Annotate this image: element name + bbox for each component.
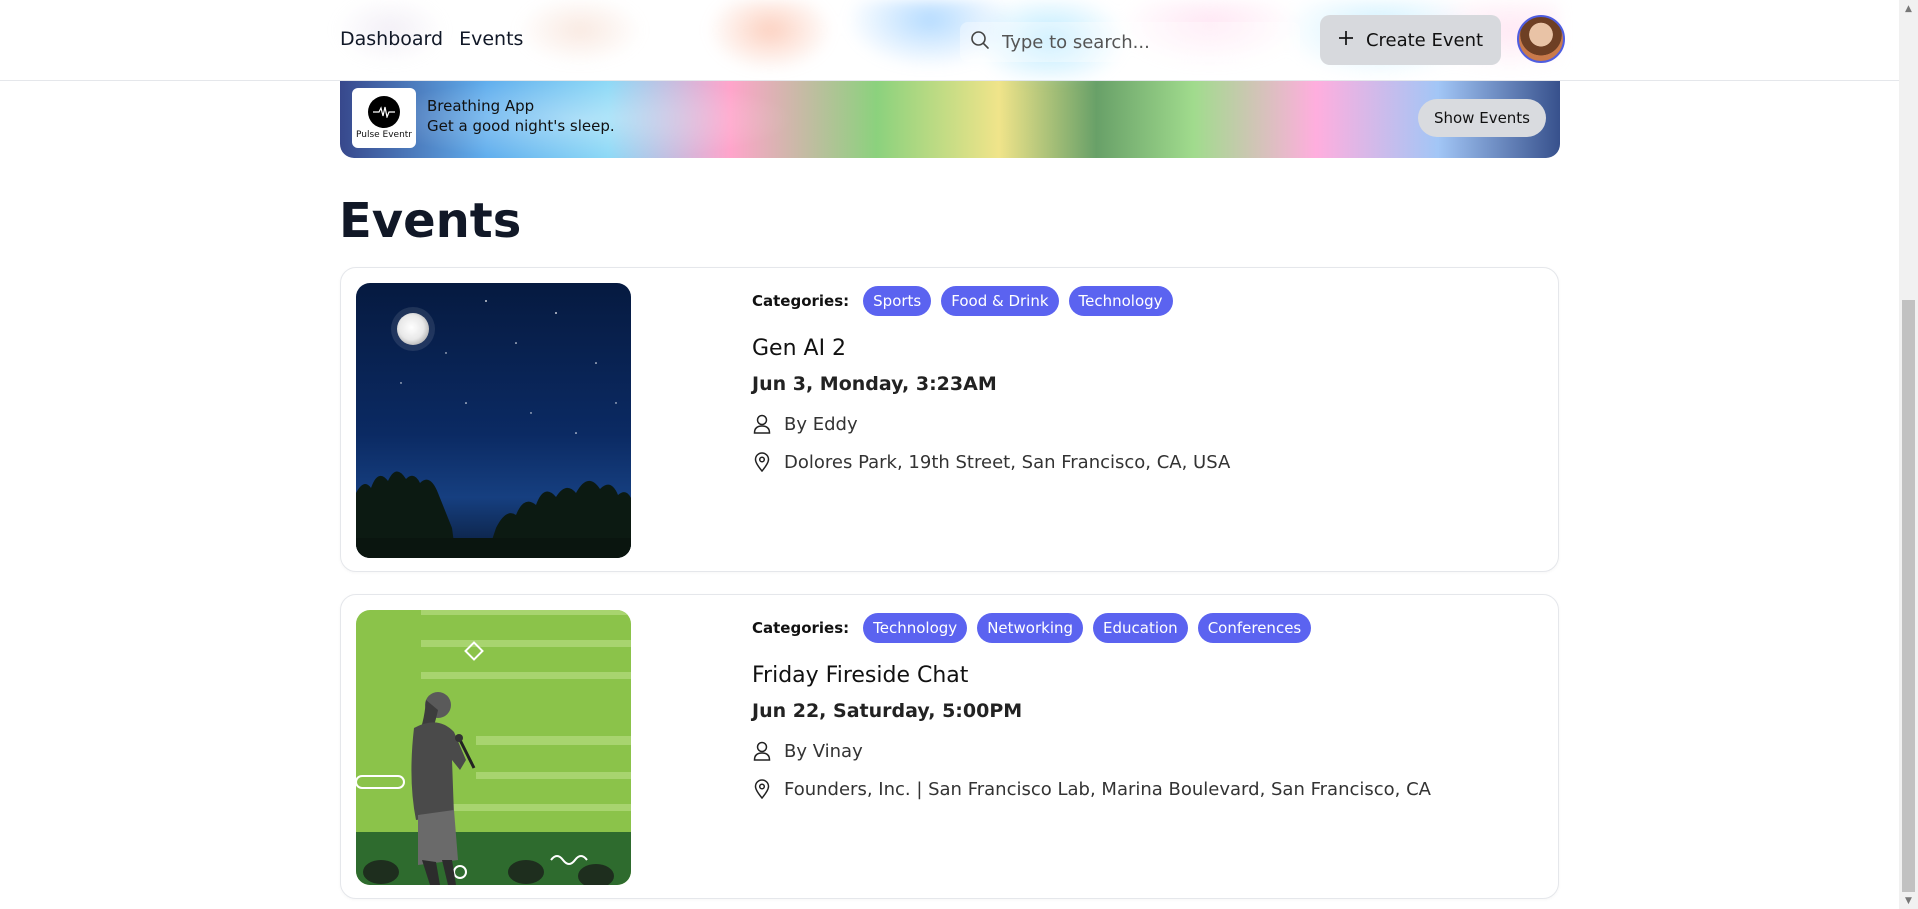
- nav-dashboard[interactable]: Dashboard: [340, 28, 443, 50]
- category-tag[interactable]: Food & Drink: [941, 286, 1059, 316]
- event-location: Dolores Park, 19th Street, San Francisco…: [784, 451, 1231, 473]
- plus-icon: [1338, 30, 1354, 51]
- event-card[interactable]: Categories: Technology Networking Educat…: [340, 594, 1559, 899]
- page-title: Events: [339, 193, 522, 249]
- location-pin-icon: [752, 778, 772, 800]
- event-details: Categories: Sports Food & Drink Technolo…: [752, 286, 1230, 473]
- pulse-wave-icon: [368, 96, 400, 128]
- vertical-scrollbar[interactable]: ▲ ▼: [1899, 0, 1918, 909]
- category-tag[interactable]: Education: [1093, 613, 1188, 643]
- user-icon: [752, 413, 772, 435]
- app-logo: Pulse Eventr: [352, 88, 416, 148]
- search-icon: [970, 30, 990, 54]
- search-box: [960, 22, 1300, 62]
- location-row: Dolores Park, 19th Street, San Francisco…: [752, 451, 1230, 473]
- event-title[interactable]: Friday Fireside Chat: [752, 663, 1431, 688]
- organizer-row: By Vinay: [752, 740, 1431, 762]
- event-location: Founders, Inc. | San Francisco Lab, Mari…: [784, 778, 1431, 800]
- location-pin-icon: [752, 451, 772, 473]
- event-image: [356, 283, 631, 558]
- scroll-down-arrow-icon[interactable]: ▼: [1899, 892, 1918, 909]
- event-organizer: By Vinay: [784, 740, 863, 762]
- create-event-label: Create Event: [1365, 29, 1484, 51]
- categories-row: Categories: Sports Food & Drink Technolo…: [752, 286, 1230, 316]
- top-navbar: Dashboard Events Create Event: [0, 0, 1899, 81]
- nav-events[interactable]: Events: [459, 28, 523, 50]
- event-image: [356, 610, 631, 885]
- location-row: Founders, Inc. | San Francisco Lab, Mari…: [752, 778, 1431, 800]
- categories-row: Categories: Technology Networking Educat…: [752, 613, 1431, 643]
- create-event-button[interactable]: Create Event: [1320, 15, 1501, 65]
- scrollbar-thumb[interactable]: [1902, 300, 1915, 892]
- main-nav: Dashboard Events: [340, 28, 523, 50]
- event-date: Jun 22, Saturday, 5:00PM: [752, 700, 1023, 722]
- organizer-row: By Eddy: [752, 413, 1230, 435]
- category-tag[interactable]: Technology: [1068, 286, 1173, 316]
- search-input[interactable]: [1000, 30, 1294, 54]
- category-tag[interactable]: Technology: [863, 613, 968, 643]
- scroll-up-arrow-icon[interactable]: ▲: [1899, 0, 1918, 17]
- banner-subtitle: Get a good night's sleep.: [427, 117, 615, 135]
- event-organizer: By Eddy: [784, 413, 858, 435]
- promo-banner: Pulse Eventr Breathing App Get a good ni…: [340, 80, 1560, 158]
- categories-label: Categories:: [752, 292, 850, 310]
- event-details: Categories: Technology Networking Educat…: [752, 613, 1431, 800]
- categories-label: Categories:: [752, 619, 850, 637]
- event-date: Jun 3, Monday, 3:23AM: [752, 373, 997, 395]
- event-title[interactable]: Gen AI 2: [752, 336, 1230, 361]
- category-tag[interactable]: Conferences: [1197, 613, 1312, 643]
- user-icon: [752, 740, 772, 762]
- event-card[interactable]: Categories: Sports Food & Drink Technolo…: [340, 267, 1559, 572]
- banner-title: Breathing App: [427, 97, 535, 115]
- logo-text: Pulse Eventr: [355, 130, 413, 140]
- show-events-button[interactable]: Show Events: [1417, 99, 1546, 137]
- user-avatar[interactable]: [1517, 15, 1565, 63]
- category-tag[interactable]: Sports: [863, 286, 932, 316]
- category-tag[interactable]: Networking: [977, 613, 1084, 643]
